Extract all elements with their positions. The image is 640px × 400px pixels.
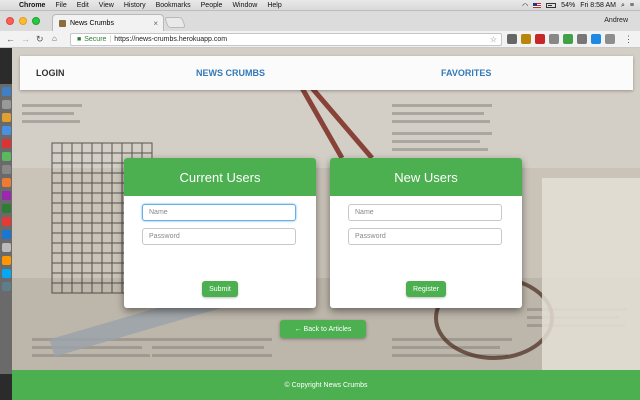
login-name-input[interactable]: Name (142, 204, 296, 221)
dock-app-icon[interactable] (1, 87, 11, 96)
extension-icon[interactable] (535, 34, 545, 44)
nav-login-link[interactable]: LOGIN (36, 68, 65, 78)
secure-label: Secure (84, 36, 107, 43)
dock-app-icon[interactable] (1, 230, 11, 239)
dock-app-icon[interactable] (1, 269, 11, 278)
close-window-button[interactable] (6, 17, 14, 25)
menu-help[interactable]: Help (262, 2, 286, 9)
macos-menubar: Chrome File Edit View History Bookmarks … (0, 0, 640, 11)
menu-people[interactable]: People (196, 2, 228, 9)
search-icon[interactable]: ⌕ (621, 2, 625, 10)
newspaper-background-image (12, 48, 640, 400)
menu-history[interactable]: History (119, 2, 151, 9)
profile-name[interactable]: Andrew (604, 17, 628, 24)
register-name-input[interactable]: Name (348, 204, 502, 221)
tab-title: News Crumbs (70, 19, 114, 27)
input-source-flag-icon[interactable] (533, 3, 542, 8)
web-page: LOGIN NEWS CRUMBS FAVORITES Current User… (12, 48, 640, 400)
current-users-card: Current Users Name Password Submit (124, 158, 316, 308)
site-navbar: LOGIN NEWS CRUMBS FAVORITES (20, 56, 633, 90)
back-arrow-icon[interactable]: ← (6, 34, 15, 44)
extension-icon[interactable] (577, 34, 587, 44)
browser-tab-strip: News Crumbs × Andrew (0, 11, 640, 31)
menu-view[interactable]: View (94, 2, 119, 9)
dock-app-icon[interactable] (1, 100, 11, 109)
menu-file[interactable]: File (50, 2, 71, 9)
register-password-input[interactable]: Password (348, 228, 502, 245)
desktop-dock (0, 84, 12, 374)
extension-icon[interactable] (605, 34, 615, 44)
dock-app-icon[interactable] (1, 165, 11, 174)
close-tab-icon[interactable]: × (153, 19, 163, 28)
extension-icon[interactable] (591, 34, 601, 44)
favicon-icon (59, 19, 66, 27)
dock-app-icon[interactable] (1, 217, 11, 226)
nav-brand-link[interactable]: NEWS CRUMBS (196, 68, 265, 78)
address-bar[interactable]: ■ Secure | https://news-crumbs.herokuapp… (70, 33, 502, 46)
url-text: https://news-crumbs.herokuapp.com (114, 36, 228, 43)
submit-button[interactable]: Submit (202, 281, 238, 297)
menu-window[interactable]: Window (227, 2, 262, 9)
dock-app-icon[interactable] (1, 191, 11, 200)
menu-chrome[interactable]: Chrome (14, 2, 50, 9)
dock-app-icon[interactable] (1, 139, 11, 148)
wifi-icon[interactable]: ◠ (522, 2, 528, 10)
home-icon[interactable]: ⌂ (52, 34, 57, 44)
new-users-title: New Users (330, 158, 522, 196)
minimize-window-button[interactable] (19, 17, 27, 25)
menu-bookmarks[interactable]: Bookmarks (151, 2, 196, 9)
dock-app-icon[interactable] (1, 204, 11, 213)
dock-app-icon[interactable] (1, 126, 11, 135)
extension-icon[interactable] (563, 34, 573, 44)
register-button[interactable]: Register (406, 281, 446, 297)
window-controls (6, 17, 40, 25)
new-tab-button[interactable] (163, 17, 187, 28)
maximize-window-button[interactable] (32, 17, 40, 25)
dock-app-icon[interactable] (1, 152, 11, 161)
dock-app-icon[interactable] (1, 113, 11, 122)
back-to-articles-button[interactable]: ← Back to Articles (280, 320, 366, 338)
login-password-input[interactable]: Password (142, 228, 296, 245)
menu-edit[interactable]: Edit (72, 2, 94, 9)
dock-app-icon[interactable] (1, 282, 11, 291)
chrome-menu-icon[interactable]: ⋮ (624, 34, 633, 44)
site-footer: © Copyright News Crumbs (12, 370, 640, 400)
battery-icon[interactable] (546, 3, 557, 8)
extension-icon[interactable] (549, 34, 559, 44)
current-users-title: Current Users (124, 158, 316, 196)
dock-app-icon[interactable] (1, 256, 11, 265)
bookmark-star-icon[interactable]: ☆ (490, 35, 497, 44)
dock-app-icon[interactable] (1, 178, 11, 187)
extension-icon[interactable] (521, 34, 531, 44)
menubar-status-area: ◠ 54% Fri 8:58 AM ⌕ ≡ (522, 0, 634, 11)
address-separator: | (109, 36, 112, 43)
extension-icon[interactable] (507, 34, 517, 44)
nav-favorites-link[interactable]: FAVORITES (441, 68, 491, 78)
reload-icon[interactable]: ↻ (36, 34, 44, 44)
browser-toolbar: ← → ↻ ⌂ ■ Secure | https://news-crumbs.h… (0, 31, 640, 48)
forward-arrow-icon[interactable]: → (21, 34, 30, 44)
menu-list-icon[interactable]: ≡ (630, 2, 634, 9)
lock-icon: ■ (77, 36, 82, 43)
clock[interactable]: Fri 8:58 AM (580, 2, 616, 9)
new-users-card: New Users Name Password Register (330, 158, 522, 308)
battery-percent: 54% (561, 2, 576, 9)
tab-news-crumbs[interactable]: News Crumbs × (52, 14, 164, 31)
dock-app-icon[interactable] (1, 243, 11, 252)
